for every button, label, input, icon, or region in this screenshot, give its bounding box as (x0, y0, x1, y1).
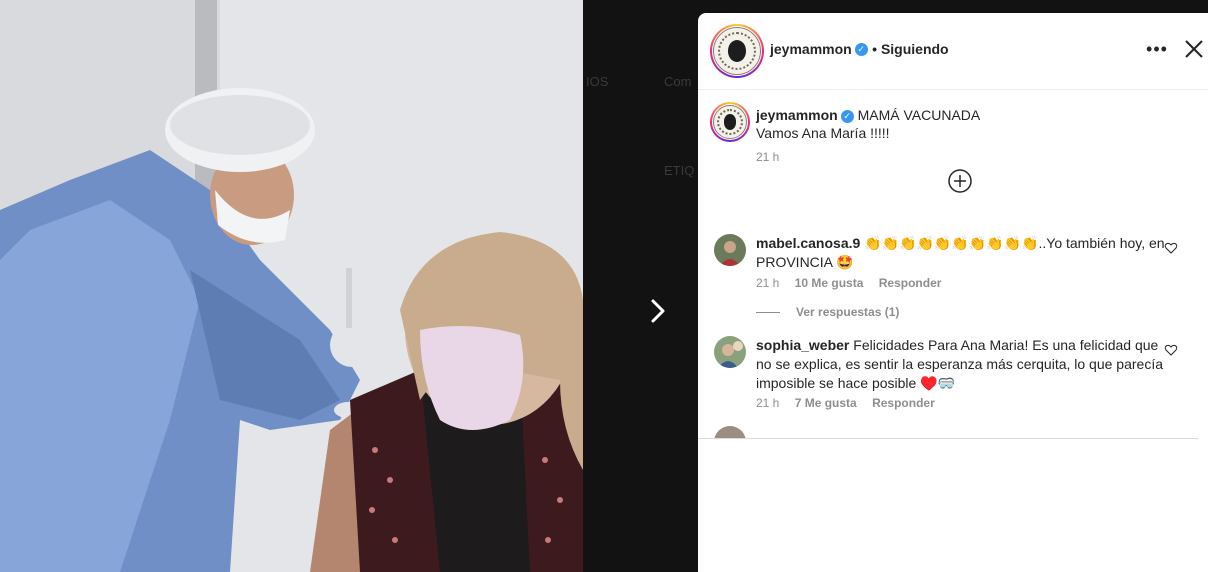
view-replies-label[interactable]: Ver respuestas (1) (796, 305, 899, 319)
caption-avatar[interactable] (710, 102, 750, 142)
like-heart-icon[interactable] (1164, 241, 1178, 255)
reply-button[interactable]: Responder (879, 276, 942, 290)
background-text: Com (664, 74, 692, 89)
replies-line (756, 312, 780, 314)
background-text: ETIQ (664, 163, 695, 178)
caption-title: MAMÁ VACUNADA (857, 107, 981, 123)
reply-button[interactable]: Responder (872, 396, 935, 410)
author-avatar[interactable] (710, 24, 764, 78)
following-status[interactable]: • Siguiendo (872, 41, 948, 57)
post-panel: jeymammon ✓ • Siguiendo ••• jeymammon ✓ MA… (698, 13, 1208, 572)
header-user-line: jeymammon ✓ • Siguiendo (770, 41, 949, 59)
commenter-username[interactable]: mabel.canosa.9 (756, 235, 860, 251)
post-photo (0, 0, 583, 572)
like-heart-icon[interactable] (1164, 343, 1178, 357)
comments-divider (698, 438, 1198, 439)
author-username[interactable]: jeymammon (770, 41, 852, 57)
comment-likes[interactable]: 7 Me gusta (795, 396, 857, 410)
comment-likes[interactable]: 10 Me gusta (795, 276, 864, 290)
comment-meta: 21 h 10 Me gusta Responder (756, 276, 953, 290)
view-replies[interactable]: Ver respuestas (1) (756, 305, 899, 319)
comment-body: sophia_weber Felicidades Para Ana Maria!… (756, 336, 1176, 393)
comment-time: 21 h (756, 276, 780, 290)
commenter-avatar[interactable] (714, 336, 746, 368)
verified-badge-icon: ✓ (854, 43, 868, 57)
caption: jeymammon ✓ MAMÁ VACUNADA Vamos Ana María… (756, 106, 1186, 164)
verified-badge-icon: ✓ (840, 109, 854, 123)
caption-time: 21 h (756, 150, 780, 164)
comment-item-partial (714, 426, 1194, 438)
comment-item: mabel.canosa.9 👏👏👏👏👏👏👏👏👏👏..Yo también ho… (714, 234, 1184, 314)
more-options-icon[interactable]: ••• (1144, 39, 1170, 59)
vaccination-photo (0, 0, 583, 572)
close-icon[interactable] (1182, 37, 1206, 61)
next-arrow-icon[interactable] (644, 296, 672, 326)
commenter-username[interactable]: sophia_weber (756, 337, 849, 353)
commenter-avatar[interactable] (714, 234, 746, 266)
comment-item: sophia_weber Felicidades Para Ana Maria!… (714, 336, 1184, 426)
background-text: IOS (586, 74, 609, 89)
comment-meta: 21 h 7 Me gusta Responder (756, 396, 947, 410)
load-more-comments-icon[interactable] (947, 168, 973, 194)
caption-username[interactable]: jeymammon (756, 107, 838, 123)
caption-body: Vamos Ana María !!!!! (756, 125, 890, 141)
commenter-avatar[interactable] (714, 426, 746, 438)
comment-body: mabel.canosa.9 👏👏👏👏👏👏👏👏👏👏..Yo también ho… (756, 234, 1176, 272)
comment-time: 21 h (756, 396, 780, 410)
post-header: jeymammon ✓ • Siguiendo ••• (698, 13, 1208, 90)
